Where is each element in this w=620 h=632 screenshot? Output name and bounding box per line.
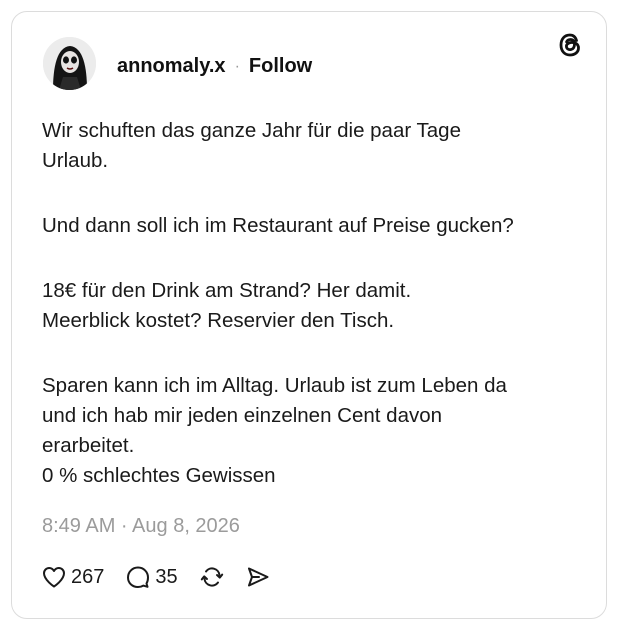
paragraph: 18€ für den Drink am Strand? Her damit. …	[42, 276, 582, 336]
text-line: erarbeitet.	[42, 434, 135, 457]
text-line: 0 % schlechtes Gewissen	[42, 464, 276, 487]
send-icon	[247, 567, 269, 587]
like-count: 267	[71, 565, 105, 588]
post-card: annomaly.x · Follow Wir schuften das gan…	[11, 11, 607, 619]
avatar[interactable]	[43, 37, 96, 90]
repost-icon	[200, 567, 223, 587]
text-line: Und dann soll ich im Restaurant auf Prei…	[42, 214, 514, 237]
text-line: Sparen kann ich im Alltag. Urlaub ist zu…	[42, 374, 507, 397]
heart-icon	[43, 567, 65, 588]
post-body: Wir schuften das ganze Jahr für die paar…	[42, 116, 582, 491]
action-bar: 267 35	[42, 565, 292, 589]
speech-bubble-icon	[127, 566, 150, 588]
paragraph: Wir schuften das ganze Jahr für die paar…	[42, 116, 582, 176]
post-header: annomaly.x · Follow	[117, 55, 312, 78]
text-line: Meerblick kostet? Reservier den Tisch.	[42, 309, 395, 332]
reply-button[interactable]: 35	[126, 565, 178, 589]
separator-dot: ·	[234, 57, 240, 75]
paragraph: Und dann soll ich im Restaurant auf Prei…	[42, 211, 582, 241]
text-line: Urlaub.	[42, 149, 109, 172]
text-line: Wir schuften das ganze Jahr für die paar…	[42, 119, 461, 142]
share-button[interactable]	[246, 565, 270, 589]
paragraph: Sparen kann ich im Alltag. Urlaub ist zu…	[42, 371, 582, 491]
post-timestamp[interactable]: 8:49 AM · Aug 8, 2026	[42, 515, 240, 538]
username[interactable]: annomaly.x	[117, 55, 226, 78]
text-line: und ich hab mir jeden einzelnen Cent dav…	[42, 404, 443, 427]
reply-count: 35	[155, 565, 178, 588]
like-button[interactable]: 267	[42, 566, 104, 589]
avatar-image	[43, 37, 96, 90]
threads-logo-icon[interactable]	[556, 31, 584, 59]
repost-button[interactable]	[200, 565, 224, 589]
text-line: 18€ für den Drink am Strand? Her damit.	[42, 279, 412, 302]
follow-button[interactable]: Follow	[249, 55, 312, 78]
